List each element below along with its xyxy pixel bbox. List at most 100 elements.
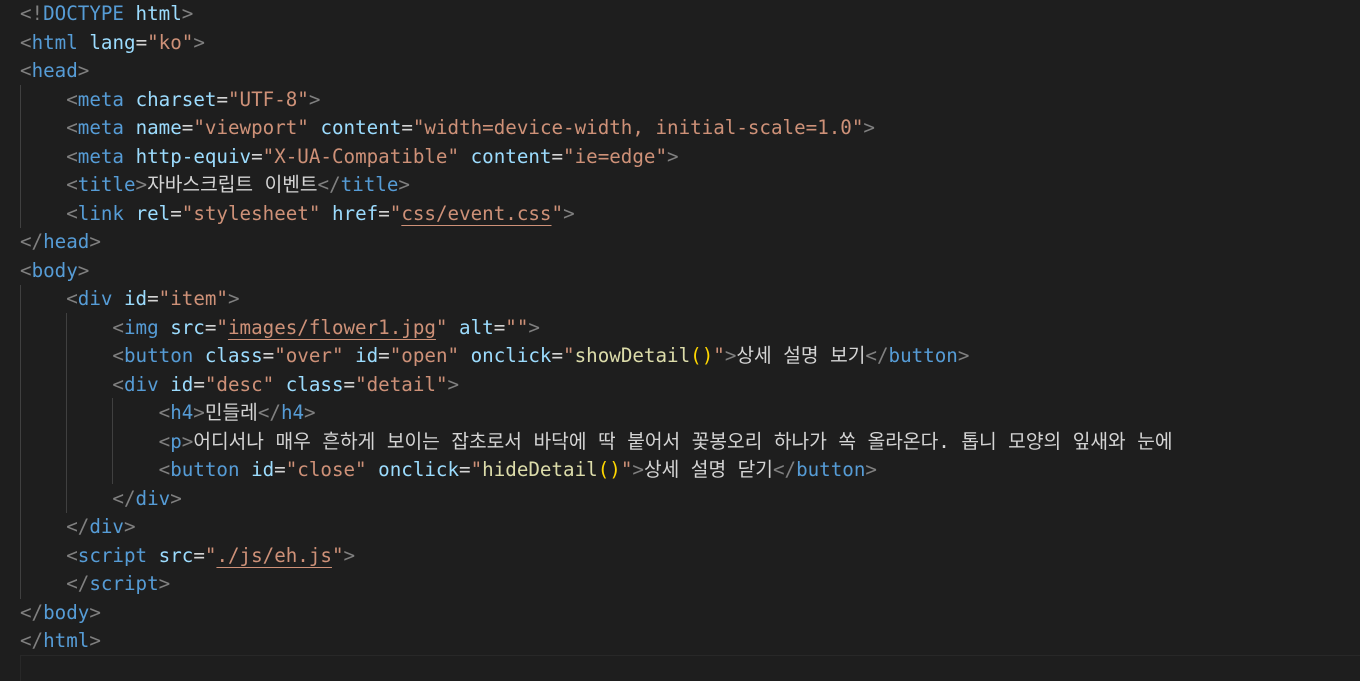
code-attribute-name: src bbox=[158, 543, 194, 567]
code-string: "stylesheet" bbox=[181, 201, 321, 225]
code-string: "detail" bbox=[355, 372, 448, 396]
code-attribute-name: content bbox=[470, 144, 552, 168]
code-function-name: hideDetail bbox=[482, 458, 598, 481]
code-punctuation: < bbox=[66, 144, 78, 168]
code-line[interactable]: </div> bbox=[20, 513, 135, 542]
code-attribute-name: id bbox=[355, 344, 379, 367]
code-string: " bbox=[204, 543, 217, 567]
code-string: " bbox=[435, 315, 448, 339]
code-punctuation: < bbox=[158, 401, 171, 424]
code-line[interactable]: <title>자바스크립트 이벤트</title> bbox=[20, 171, 410, 200]
code-line[interactable]: <button id="close" onclick="hideDetail()… bbox=[20, 456, 877, 485]
code-line[interactable]: <html lang="ko"> bbox=[20, 29, 205, 58]
code-line[interactable]: <meta charset="UTF-8"> bbox=[20, 86, 320, 115]
code-text: 자바스크립트 이벤트 bbox=[147, 173, 318, 196]
code-link-path[interactable]: ./js/eh.js bbox=[216, 544, 332, 567]
code-punctuation: > bbox=[135, 173, 148, 196]
code-string: " bbox=[216, 315, 228, 339]
code-text: = bbox=[262, 344, 275, 367]
code-punctuation: > bbox=[181, 2, 194, 25]
code-punctuation: < bbox=[158, 458, 171, 481]
code-punctuation: > bbox=[77, 258, 90, 282]
current-line-highlight[interactable] bbox=[20, 655, 1360, 681]
code-tag-name: meta bbox=[77, 144, 124, 168]
code-attribute-name: onclick bbox=[470, 344, 552, 367]
code-punctuation: </ bbox=[20, 629, 44, 652]
code-punctuation: > bbox=[863, 116, 875, 139]
code-editor[interactable]: <!DOCTYPE html> <html lang="ko"> <head> <m… bbox=[0, 0, 1360, 681]
code-text: 어디서나 매우 흔하게 보이는 잡초로서 바닥에 딱 붙어서 꽃봉오리 하나가 … bbox=[193, 429, 1173, 453]
code-string: "open" bbox=[389, 344, 460, 367]
code-tag-name: title bbox=[340, 173, 399, 196]
code-punctuation: < bbox=[20, 59, 32, 82]
code-punctuation: </ bbox=[257, 401, 281, 424]
code-text: = bbox=[135, 30, 148, 54]
code-punctuation: </ bbox=[112, 486, 136, 510]
code-punctuation: > bbox=[89, 230, 101, 253]
code-attribute-name: html bbox=[135, 2, 182, 25]
code-text: = bbox=[170, 201, 182, 225]
code-tag-name: h4 bbox=[170, 401, 194, 424]
code-text: 상세 설명 보기 bbox=[736, 344, 866, 367]
code-line[interactable]: <body> bbox=[20, 257, 89, 286]
code-line[interactable]: </html> bbox=[20, 627, 101, 656]
code-punctuation: > bbox=[89, 600, 101, 624]
code-line[interactable]: <h4>민들레</h4> bbox=[20, 399, 316, 428]
code-line[interactable]: <img src="images/flower1.jpg" alt=""> bbox=[20, 314, 540, 343]
code-line[interactable]: <button class="over" id="open" onclick="… bbox=[20, 342, 969, 371]
code-line[interactable]: <!DOCTYPE html> bbox=[20, 0, 193, 29]
code-function-name: showDetail bbox=[574, 344, 691, 367]
code-punctuation: > bbox=[77, 59, 90, 82]
code-text: = bbox=[193, 372, 205, 396]
code-line[interactable]: <link rel="stylesheet" href="css/event.c… bbox=[20, 200, 575, 229]
code-punctuation: <! bbox=[20, 2, 44, 25]
code-line[interactable]: <div id="item"> bbox=[20, 285, 239, 314]
code-attribute-name: charset bbox=[135, 87, 217, 111]
code-line[interactable]: </script> bbox=[20, 570, 170, 599]
code-string: "UTF-8" bbox=[228, 87, 309, 111]
code-attribute-name: lang bbox=[89, 30, 136, 54]
code-link-path[interactable]: css/event.css bbox=[401, 202, 551, 225]
code-attribute-name: id bbox=[170, 372, 194, 396]
code-punctuation: </ bbox=[317, 173, 341, 196]
code-text: = bbox=[181, 116, 194, 139]
code-link-path[interactable]: images/flower1.jpg bbox=[228, 316, 436, 339]
code-string: " bbox=[389, 201, 402, 225]
code-string: "viewport" bbox=[193, 116, 309, 139]
code-punctuation: < bbox=[66, 543, 78, 567]
code-text: 상세 설명 닫기 bbox=[643, 458, 773, 481]
code-line[interactable]: </div> bbox=[20, 485, 181, 514]
code-line[interactable]: <p>어디서나 매우 흔하게 보이는 잡초로서 바닥에 딱 붙어서 꽃봉오리 하… bbox=[20, 428, 1173, 457]
code-tag-name: div bbox=[123, 372, 159, 396]
code-punctuation: < bbox=[20, 258, 32, 282]
code-line[interactable]: <div id="desc" class="detail"> bbox=[20, 371, 459, 400]
code-line[interactable]: <meta name="viewport" content="width=dev… bbox=[20, 114, 875, 143]
code-tag-name: p bbox=[170, 429, 182, 453]
code-line[interactable]: <meta http-equiv="X-UA-Compatible" conte… bbox=[20, 143, 678, 172]
code-attribute-name: content bbox=[320, 116, 402, 139]
code-punctuation: < bbox=[66, 116, 78, 139]
code-punctuation: > bbox=[563, 201, 575, 225]
code-tag-name: body bbox=[31, 258, 78, 282]
code-attribute-name: alt bbox=[459, 315, 494, 339]
code-punctuation: </ bbox=[20, 230, 44, 253]
code-line[interactable]: <head> bbox=[20, 57, 89, 86]
code-string: "ie=edge" bbox=[563, 144, 668, 168]
code-tag-name: meta bbox=[77, 87, 124, 111]
code-punctuation: </ bbox=[772, 458, 797, 481]
code-line[interactable]: <script src="./js/eh.js"> bbox=[20, 542, 355, 571]
code-punctuation: < bbox=[66, 173, 78, 196]
code-line[interactable]: </body> bbox=[20, 599, 101, 628]
code-line[interactable]: </head> bbox=[20, 228, 101, 257]
code-text: = bbox=[378, 201, 390, 225]
